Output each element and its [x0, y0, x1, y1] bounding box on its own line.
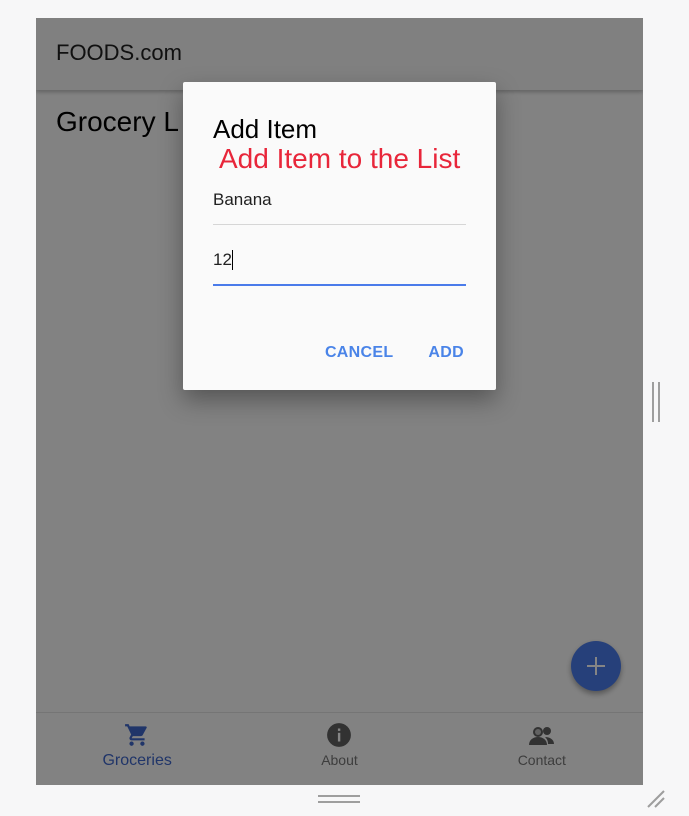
text-caret: [232, 250, 233, 270]
cancel-button[interactable]: CANCEL: [325, 344, 393, 362]
add-item-dialog: Add Item Add Item to the List CANCEL ADD: [183, 82, 496, 390]
quantity-field[interactable]: [213, 248, 466, 286]
dialog-title: Add Item: [213, 114, 318, 144]
resize-grip-icon[interactable]: [645, 788, 667, 810]
quantity-input[interactable]: [213, 248, 466, 272]
side-resize-handle[interactable]: [652, 382, 662, 422]
item-name-field[interactable]: [213, 188, 466, 225]
bottom-resize-handle[interactable]: [318, 795, 360, 805]
emulator-screen: FOODS.com Grocery L Groceries About Cont…: [36, 18, 643, 785]
add-button[interactable]: ADD: [428, 344, 464, 362]
dialog-actions: CANCEL ADD: [325, 344, 464, 362]
item-name-input[interactable]: [213, 188, 466, 212]
annotation-label: Add Item to the List: [219, 143, 461, 174]
